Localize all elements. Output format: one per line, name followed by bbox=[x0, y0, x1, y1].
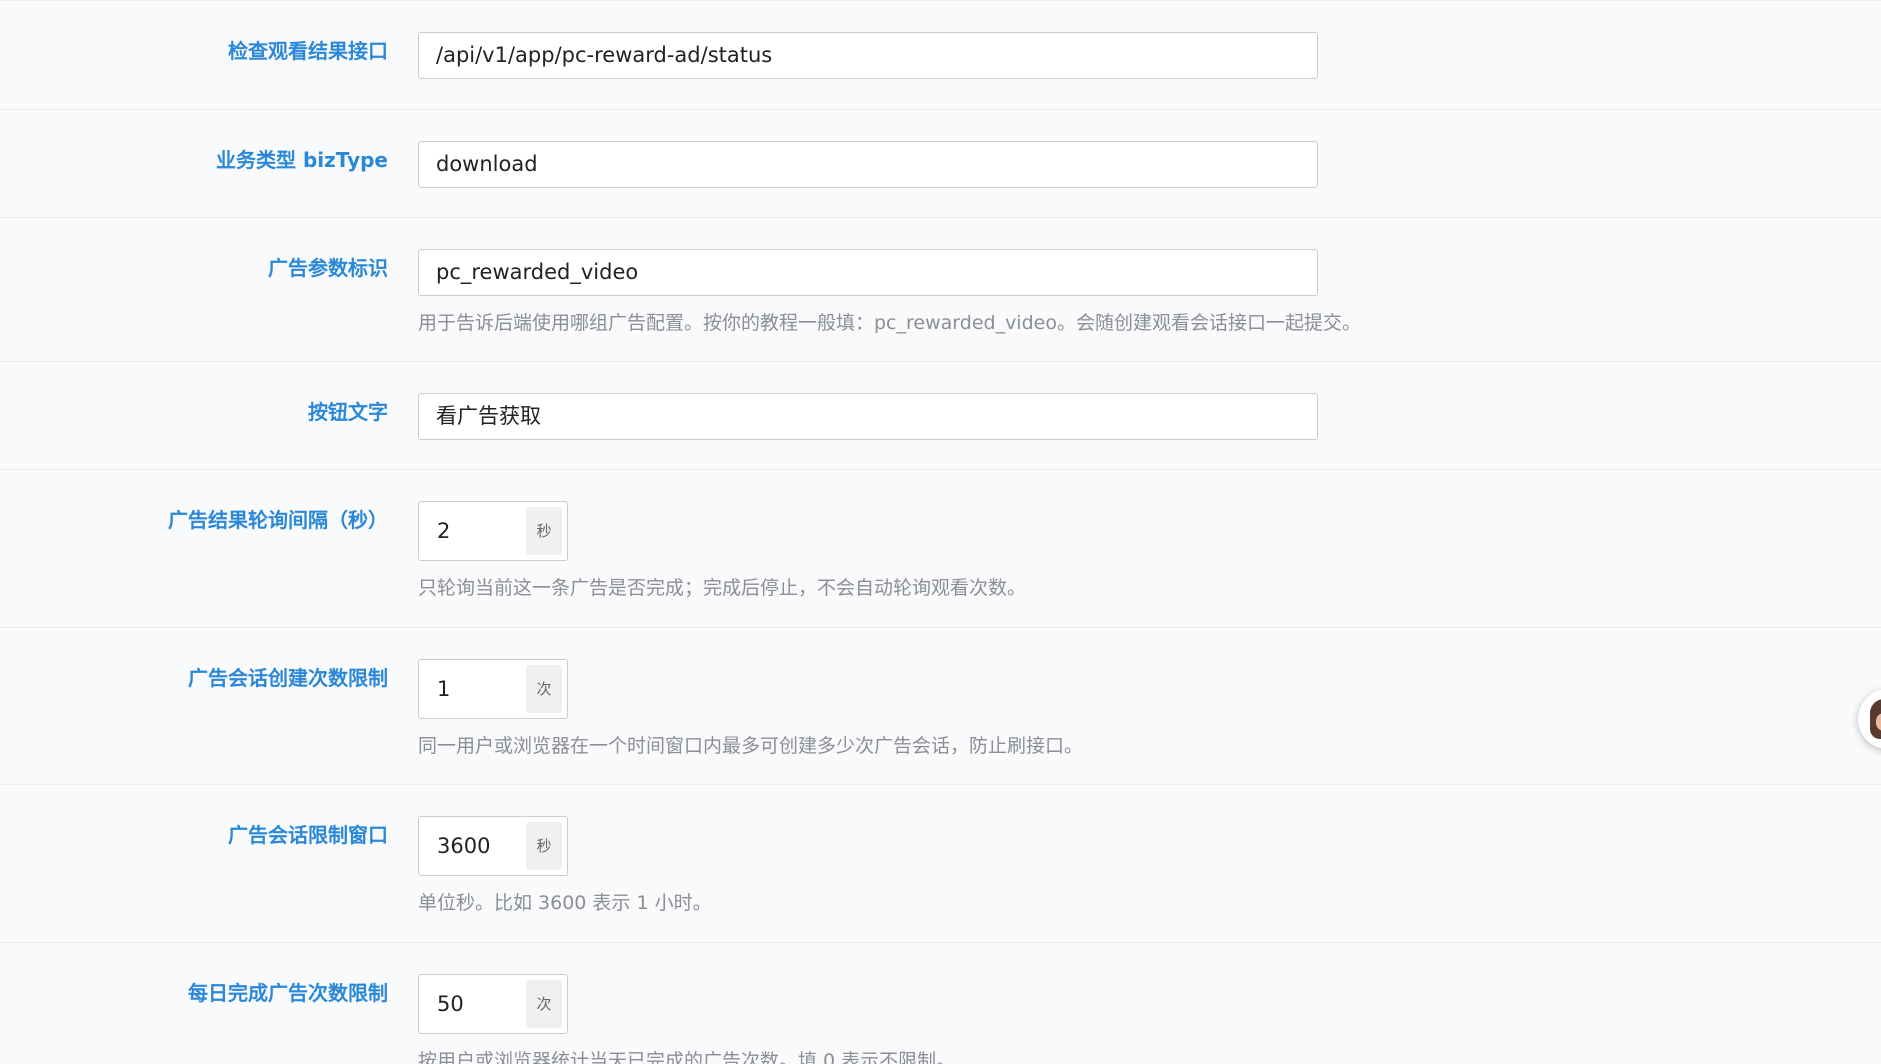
field-label: 广告会话限制窗口 bbox=[228, 823, 388, 847]
field-label: 检查观看结果接口 bbox=[228, 39, 388, 63]
form-row-ad-param: 广告参数标识 pc_rewarded_video 用于告诉后端使用哪组广告配置。… bbox=[0, 218, 1881, 362]
field-label: 广告结果轮询间隔（秒） bbox=[168, 508, 388, 532]
input-value: 2 bbox=[437, 519, 451, 543]
biz-type-input[interactable]: download bbox=[418, 141, 1318, 188]
input-value: 3600 bbox=[437, 834, 491, 858]
poll-interval-input[interactable]: 2 秒 bbox=[418, 501, 568, 561]
field-help-text: 用于告诉后端使用哪组广告配置。按你的教程一般填：pc_rewarded_vide… bbox=[418, 312, 1361, 334]
form-row-daily-limit: 每日完成广告次数限制 50 次 按用户或浏览器统计当天已完成的广告次数。填 0 … bbox=[0, 943, 1881, 1064]
field-control: 50 次 按用户或浏览器统计当天已完成的广告次数。填 0 表示不限制。 bbox=[418, 974, 955, 1064]
settings-form: 检查观看结果接口 /api/v1/app/pc-reward-ad/status… bbox=[0, 0, 1881, 1064]
status-api-input[interactable]: /api/v1/app/pc-reward-ad/status bbox=[418, 32, 1318, 79]
field-control: /api/v1/app/pc-reward-ad/status bbox=[418, 32, 1318, 79]
field-label: 每日完成广告次数限制 bbox=[188, 981, 388, 1005]
input-value: 50 bbox=[437, 992, 464, 1016]
button-text-input[interactable]: 看广告获取 bbox=[418, 393, 1318, 440]
unit-addon: 次 bbox=[526, 980, 562, 1028]
unit-addon: 秒 bbox=[526, 507, 562, 555]
form-row-session-window: 广告会话限制窗口 3600 秒 单位秒。比如 3600 表示 1 小时。 bbox=[0, 785, 1881, 943]
unit-addon: 秒 bbox=[526, 822, 562, 870]
form-row-biz-type: 业务类型 bizType download bbox=[0, 110, 1881, 218]
ad-param-input[interactable]: pc_rewarded_video bbox=[418, 249, 1318, 296]
daily-limit-input[interactable]: 50 次 bbox=[418, 974, 568, 1034]
field-control: 1 次 同一用户或浏览器在一个时间窗口内最多可创建多少次广告会话，防止刷接口。 bbox=[418, 659, 1083, 758]
input-value: 1 bbox=[437, 677, 451, 701]
field-control: 2 秒 只轮询当前这一条广告是否完成；完成后停止，不会自动轮询观看次数。 bbox=[418, 501, 1026, 600]
field-control: pc_rewarded_video 用于告诉后端使用哪组广告配置。按你的教程一般… bbox=[418, 249, 1361, 335]
form-row-poll-interval: 广告结果轮询间隔（秒） 2 秒 只轮询当前这一条广告是否完成；完成后停止，不会自… bbox=[0, 470, 1881, 628]
field-label: 广告会话创建次数限制 bbox=[188, 666, 388, 690]
field-help-text: 同一用户或浏览器在一个时间窗口内最多可创建多少次广告会话，防止刷接口。 bbox=[418, 735, 1084, 757]
field-label: 按钮文字 bbox=[308, 400, 388, 424]
form-row-status-api: 检查观看结果接口 /api/v1/app/pc-reward-ad/status bbox=[0, 1, 1881, 110]
field-control: 3600 秒 单位秒。比如 3600 表示 1 小时。 bbox=[418, 816, 712, 915]
session-window-input[interactable]: 3600 秒 bbox=[418, 816, 568, 876]
field-help-text: 只轮询当前这一条广告是否完成；完成后停止，不会自动轮询观看次数。 bbox=[418, 577, 1027, 599]
unit-addon: 次 bbox=[526, 665, 562, 713]
field-label: 业务类型 bizType bbox=[216, 148, 388, 172]
field-help-text: 单位秒。比如 3600 表示 1 小时。 bbox=[418, 892, 712, 914]
form-row-button-text: 按钮文字 看广告获取 bbox=[0, 362, 1881, 470]
session-limit-input[interactable]: 1 次 bbox=[418, 659, 568, 719]
field-label: 广告参数标识 bbox=[268, 256, 388, 280]
field-help-text: 按用户或浏览器统计当天已完成的广告次数。填 0 表示不限制。 bbox=[418, 1050, 956, 1064]
field-control: 看广告获取 bbox=[418, 393, 1318, 440]
form-row-session-limit: 广告会话创建次数限制 1 次 同一用户或浏览器在一个时间窗口内最多可创建多少次广… bbox=[0, 628, 1881, 785]
field-control: download bbox=[418, 141, 1318, 188]
